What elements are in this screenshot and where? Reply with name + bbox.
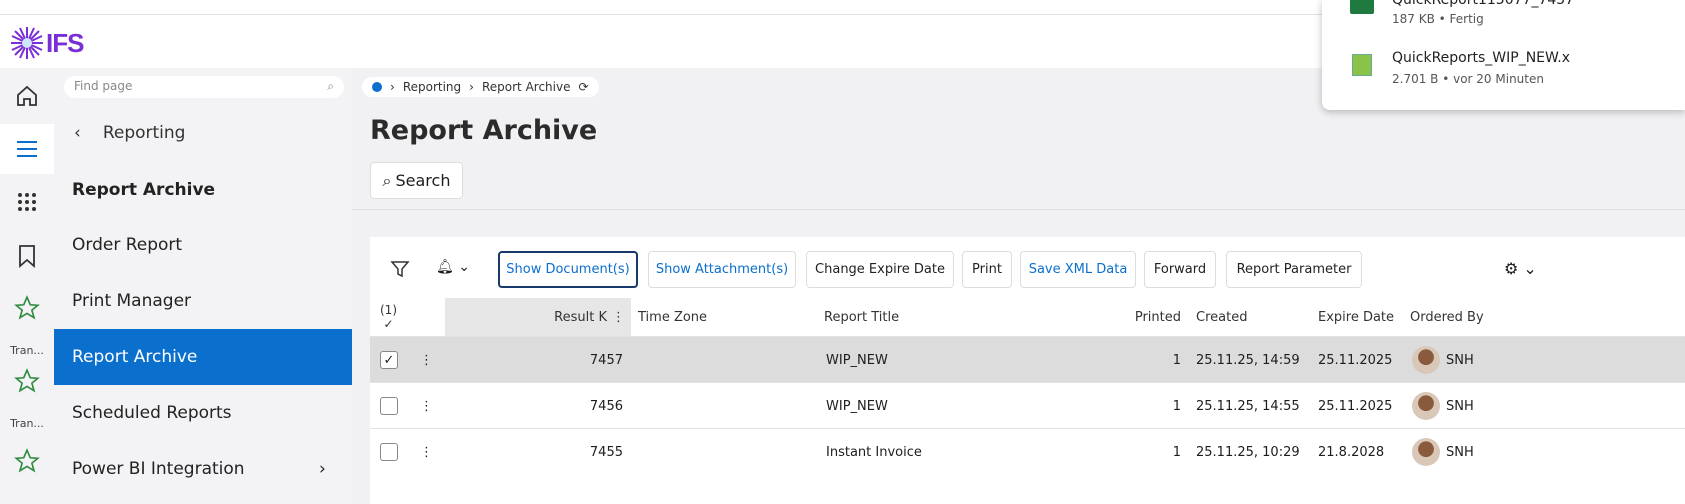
star-icon[interactable] xyxy=(0,444,54,478)
row-checkbox[interactable]: ✓ xyxy=(380,337,398,383)
download-file-name[interactable]: QuickReports_WIP_NEW.x xyxy=(1392,50,1570,66)
nav-item-report-archive[interactable]: Report Archive xyxy=(54,329,352,385)
selected-count[interactable]: (1) ✓ xyxy=(380,298,397,336)
cell-ordered-by: SNH xyxy=(1412,337,1474,383)
page-title: Report Archive xyxy=(370,115,598,146)
xml-file-icon xyxy=(1352,54,1372,76)
column-header-result-key[interactable]: Result K xyxy=(445,298,631,336)
find-page-input[interactable]: Find page ⌕ xyxy=(64,76,344,98)
table-header: (1) ✓ Result K ⋮ Time Zone Report Title P… xyxy=(370,298,1685,336)
favorite-label[interactable]: Tran... xyxy=(0,344,54,357)
ifs-logo[interactable]: IFS xyxy=(10,26,84,60)
avatar xyxy=(1412,392,1440,420)
row-checkbox[interactable] xyxy=(380,429,398,475)
cell-result-key: 7456 xyxy=(589,398,623,414)
row-menu-icon[interactable]: ⋮ xyxy=(420,429,433,475)
report-table-card: 🔔︎ ⌄ Show Document(s) Show Attachment(s)… xyxy=(370,237,1685,504)
star-icon[interactable] xyxy=(0,364,54,398)
main-content: › Reporting › Report Archive ⟳ Report Arc… xyxy=(352,68,1685,504)
row-menu-icon[interactable]: ⋮ xyxy=(420,337,433,383)
avatar xyxy=(1412,438,1440,466)
column-header-created[interactable]: Created xyxy=(1196,298,1247,336)
nav-item-print-manager[interactable]: Print Manager xyxy=(54,273,352,329)
star-icon[interactable] xyxy=(0,291,54,325)
table-row[interactable]: ⋮ 7455 Instant Invoice 1 25.11.25, 10:29… xyxy=(370,428,1685,474)
show-documents-button[interactable]: Show Document(s) xyxy=(498,251,638,288)
report-parameter-button[interactable]: Report Parameter xyxy=(1226,251,1362,288)
column-header-printed[interactable]: Printed xyxy=(1003,298,1181,336)
breadcrumb: › Reporting › Report Archive ⟳ xyxy=(362,77,599,97)
nav-section-title: Report Archive xyxy=(72,180,216,200)
find-page-placeholder: Find page xyxy=(74,79,133,93)
column-header-report-title[interactable]: Report Title xyxy=(824,298,899,336)
forward-button[interactable]: Forward xyxy=(1144,251,1216,288)
nav-item-power-bi[interactable]: Power BI Integration › xyxy=(54,441,352,497)
cell-created: 25.11.25, 14:59 xyxy=(1196,352,1300,368)
cell-printed: 1 xyxy=(1172,352,1181,368)
nav-back-label: Reporting xyxy=(102,123,186,143)
cell-created: 25.11.25, 14:55 xyxy=(1196,398,1300,414)
icon-rail: Tran... Tran... xyxy=(0,68,54,504)
column-header-expire-date[interactable]: Expire Date xyxy=(1318,298,1394,336)
column-header-ordered-by[interactable]: Ordered By xyxy=(1410,298,1484,336)
search-label: Search xyxy=(395,171,451,190)
cell-printed: 1 xyxy=(1172,398,1181,414)
favorite-label[interactable]: Tran... xyxy=(0,417,54,430)
home-dot-icon[interactable] xyxy=(372,82,382,92)
chevron-left-icon: ‹ xyxy=(74,123,81,143)
nav-item-scheduled-reports[interactable]: Scheduled Reports xyxy=(54,385,352,441)
avatar xyxy=(1412,346,1440,374)
search-icon: ⌕ xyxy=(327,79,334,93)
settings-gear-icon[interactable]: ⚙ ⌄ xyxy=(1504,259,1537,278)
show-attachments-button[interactable]: Show Attachment(s) xyxy=(648,251,796,288)
cell-printed: 1 xyxy=(1172,444,1181,460)
downloads-popup: QuickReport115077_7457 187 KB • Fertig Q… xyxy=(1322,0,1685,110)
search-icon: ⌕ xyxy=(382,170,392,190)
cell-expire-date: 25.11.2025 xyxy=(1318,352,1393,368)
cell-result-key: 7457 xyxy=(589,352,623,368)
apps-grid-icon[interactable] xyxy=(0,177,54,227)
bookmark-icon[interactable] xyxy=(0,231,54,281)
nav-item-label: Power BI Integration xyxy=(72,459,245,479)
table-row[interactable]: ✓ ⋮ 7457 WIP_NEW 1 25.11.25, 14:59 25.11… xyxy=(370,336,1685,382)
print-button[interactable]: Print xyxy=(962,251,1012,288)
brand-text: IFS xyxy=(46,27,84,58)
download-file-name[interactable]: QuickReport115077_7457 xyxy=(1392,0,1574,8)
table-row[interactable]: ⋮ 7456 WIP_NEW 1 25.11.25, 14:55 25.11.2… xyxy=(370,382,1685,428)
home-icon[interactable] xyxy=(0,71,54,121)
cell-result-key: 7455 xyxy=(589,444,623,460)
browser-divider xyxy=(0,14,1322,15)
cell-created: 25.11.25, 10:29 xyxy=(1196,444,1300,460)
change-expire-date-button[interactable]: Change Expire Date xyxy=(806,251,954,288)
cell-report-title: WIP_NEW xyxy=(826,352,888,368)
cell-expire-date: 21.8.2028 xyxy=(1318,444,1385,460)
breadcrumb-report-archive[interactable]: Report Archive xyxy=(482,80,571,94)
column-header-time-zone[interactable]: Time Zone xyxy=(638,298,707,336)
navigation-panel: Find page ⌕ ‹ Reporting Report Archive Ord… xyxy=(54,68,352,504)
nav-item-order-report[interactable]: Order Report xyxy=(54,217,352,273)
row-menu-icon[interactable]: ⋮ xyxy=(420,383,433,429)
search-button[interactable]: ⌕ Search xyxy=(370,162,463,199)
cell-report-title: WIP_NEW xyxy=(826,398,888,414)
excel-file-icon xyxy=(1350,0,1374,14)
breadcrumb-reporting[interactable]: Reporting xyxy=(403,80,461,94)
divider xyxy=(352,209,1685,210)
chevron-right-icon: › xyxy=(319,459,326,479)
cell-expire-date: 25.11.2025 xyxy=(1318,398,1393,414)
notification-bell-icon[interactable]: 🔔︎ ⌄ xyxy=(436,259,470,275)
refresh-icon[interactable]: ⟳ xyxy=(578,80,588,94)
download-file-meta: 2.701 B • vor 20 Minuten xyxy=(1392,72,1544,86)
menu-icon[interactable] xyxy=(0,124,54,174)
cell-report-title: Instant Invoice xyxy=(826,444,922,460)
save-xml-data-button[interactable]: Save XML Data xyxy=(1020,251,1136,288)
filter-icon[interactable] xyxy=(390,259,410,283)
cell-ordered-by: SNH xyxy=(1412,429,1474,475)
column-menu-icon[interactable]: ⋮ xyxy=(612,298,625,336)
download-file-meta: 187 KB • Fertig xyxy=(1392,12,1484,26)
nav-back-button[interactable]: ‹ Reporting xyxy=(74,123,185,143)
row-checkbox[interactable] xyxy=(380,383,398,429)
cell-ordered-by: SNH xyxy=(1412,383,1474,429)
ifs-burst-icon xyxy=(11,27,43,59)
